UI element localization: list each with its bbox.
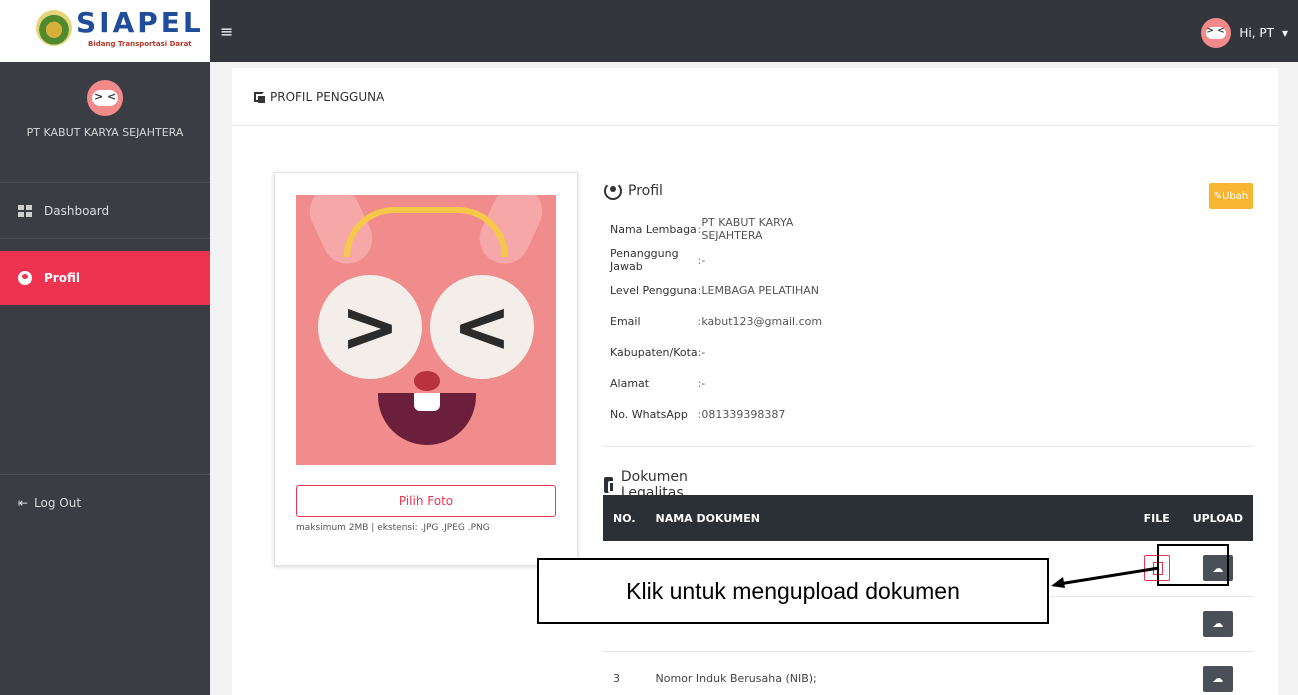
divider — [603, 446, 1253, 447]
upload-button[interactable]: ☁ — [1202, 665, 1233, 692]
top-navbar: SIAPEL Bidang Transportasi Darat ≡ Hi, P… — [0, 0, 1298, 62]
cloud-upload-icon: ☁ — [1212, 617, 1224, 630]
info-row: Penanggung Jawab: - — [610, 247, 706, 274]
info-row: Level Pengguna: LEMBAGA PELATIHAN — [610, 284, 819, 298]
cloud-upload-icon: ☁ — [1212, 672, 1224, 685]
user-icon — [18, 271, 32, 285]
info-row: Kabupaten/Kota: - — [610, 346, 706, 360]
sidebar-item-label: Profil — [44, 271, 80, 285]
row-number: 3 — [603, 651, 646, 695]
annotation-callout: Klik untuk mengupload dokumen — [537, 558, 1049, 624]
document-name: Nomor Induk Berusaha (NIB); — [645, 651, 1131, 695]
hamburger-icon[interactable]: ≡ — [220, 22, 233, 41]
sidebar-item-dashboard[interactable]: Dashboard — [0, 184, 210, 238]
profile-page-icon — [254, 91, 265, 103]
info-row: Nama Lembaga: PT KABUT KARYA SEJAHTERA — [610, 216, 794, 243]
panel-header: PROFIL PENGGUNA — [232, 68, 1278, 126]
profile-icon — [604, 182, 622, 200]
table-header-row: NO. NAMA DOKUMEN FILE UPLOAD — [603, 495, 1253, 541]
profile-photo: > < — [296, 195, 556, 465]
column-header-name: NAMA DOKUMEN — [645, 495, 1131, 541]
upload-highlight-box — [1157, 544, 1229, 586]
edit-profile-button[interactable]: ✎Ubah — [1209, 183, 1253, 209]
upload-button[interactable]: ☁ — [1202, 610, 1233, 637]
emblem-icon — [36, 10, 72, 46]
logo[interactable]: SIAPEL Bidang Transportasi Darat — [0, 0, 210, 62]
upload-hint: maksimum 2MB | ekstensi: .JPG .JPEG .PNG — [296, 523, 490, 533]
logout-link[interactable]: ⇤ Log Out — [18, 496, 81, 510]
divider — [0, 474, 210, 475]
column-header-upload: UPLOAD — [1182, 495, 1253, 541]
photo-card: > < Pilih Foto maksimum 2MB | ekstensi: … — [274, 172, 578, 566]
choose-photo-button[interactable]: Pilih Foto — [296, 485, 556, 517]
caret-down-icon: ▾ — [1281, 26, 1288, 40]
edit-icon: ✎ — [1213, 190, 1223, 202]
logo-subtitle: Bidang Transportasi Darat — [88, 40, 192, 48]
info-row: Alamat: - — [610, 376, 706, 390]
info-row: No. WhatsApp:081339398387 — [610, 407, 786, 421]
sidebar: PT KABUT KARYA SEJAHTERA Dashboard Profi… — [0, 62, 210, 695]
logout-icon: ⇤ — [18, 496, 29, 510]
column-header-no: NO. — [603, 495, 646, 541]
profile-section-title: Profil — [604, 182, 663, 200]
dashboard-icon — [18, 205, 32, 217]
divider — [0, 182, 210, 183]
user-menu[interactable]: Hi, PT ▾ — [1201, 18, 1288, 48]
sidebar-org-name: PT KABUT KARYA SEJAHTERA — [26, 126, 184, 139]
user-greeting: Hi, PT — [1239, 26, 1274, 40]
page-title: PROFIL PENGGUNA — [270, 89, 385, 104]
annotation-arrow — [1051, 566, 1160, 588]
logo-text: SIAPEL — [76, 6, 204, 39]
sidebar-item-profil[interactable]: Profil — [0, 251, 210, 305]
avatar — [1201, 18, 1232, 48]
callout-text: Klik untuk mengupload dokumen — [626, 577, 960, 604]
sidebar-item-label: Dashboard — [44, 204, 110, 218]
profile-info-table: Nama Lembaga: PT KABUT KARYA SEJAHTERA Pe… — [610, 214, 822, 430]
table-row: 3 Nomor Induk Berusaha (NIB); ☁ — [603, 651, 1253, 695]
column-header-file: FILE — [1130, 495, 1183, 541]
logout-label: Log Out — [34, 496, 82, 510]
pdf-icon — [604, 477, 620, 493]
divider — [0, 238, 210, 239]
info-row: Email: kabut123@gmail.com — [610, 315, 823, 329]
sidebar-avatar — [87, 80, 123, 116]
